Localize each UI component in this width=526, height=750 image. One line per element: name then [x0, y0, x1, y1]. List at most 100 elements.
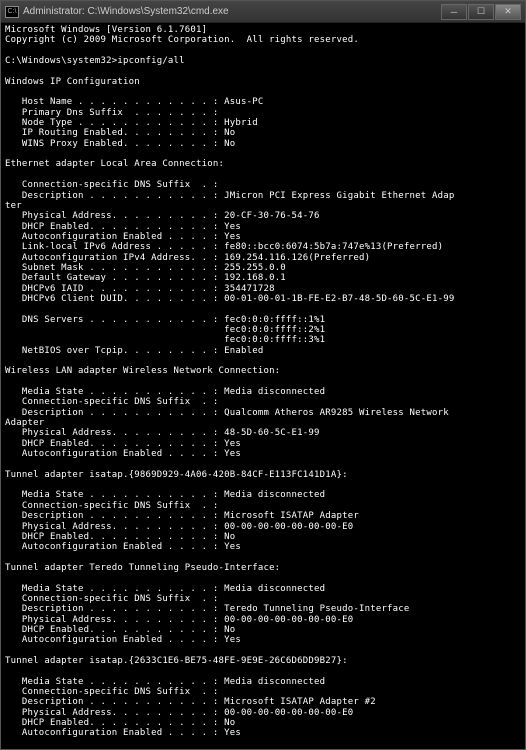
- window-controls: ─ ☐ ✕: [441, 4, 521, 20]
- field-value: Microsoft ISATAP Adapter: [224, 511, 359, 521]
- field-label: Autoconfiguration Enabled . . . . :: [5, 542, 224, 552]
- field-label: DHCP Enabled. . . . . . . . . . . :: [5, 532, 224, 542]
- field-value: fec0:0:0:ffff::2%1: [5, 325, 325, 335]
- field-value: No: [224, 139, 235, 149]
- field-label: Description . . . . . . . . . . . :: [5, 697, 224, 707]
- field-label: Node Type . . . . . . . . . . . . :: [5, 118, 224, 128]
- field-label: Media State . . . . . . . . . . . :: [5, 584, 224, 594]
- field-value: 192.168.0.1: [224, 273, 286, 283]
- field-label: Media State . . . . . . . . . . . :: [5, 677, 224, 687]
- field-label: DHCP Enabled. . . . . . . . . . . :: [5, 718, 224, 728]
- field-value-wrap: ter: [5, 201, 22, 211]
- field-label: Media State . . . . . . . . . . . :: [5, 387, 224, 397]
- field-value: No: [224, 625, 235, 635]
- field-value: Microsoft ISATAP Adapter #2: [224, 697, 376, 707]
- field-value: Yes: [224, 222, 241, 232]
- cmd-icon: C:\: [5, 6, 19, 18]
- minimize-button[interactable]: ─: [441, 4, 467, 20]
- field-label: Description . . . . . . . . . . . :: [5, 511, 224, 521]
- field-value: 48-5D-60-5C-E1-99: [224, 428, 320, 438]
- field-value: fe80::bcc0:6074:5b7a:747e%13(Preferred): [224, 242, 443, 252]
- field-label: IP Routing Enabled. . . . . . . . :: [5, 128, 224, 138]
- section-heading: Wireless LAN adapter Wireless Network Co…: [5, 366, 280, 376]
- field-label: DHCP Enabled. . . . . . . . . . . :: [5, 625, 224, 635]
- field-label: Autoconfiguration IPv4 Address. . :: [5, 253, 224, 263]
- field-label: Physical Address. . . . . . . . . :: [5, 708, 224, 718]
- field-label: Connection-specific DNS Suffix . :: [5, 594, 219, 604]
- field-value: Teredo Tunneling Pseudo-Interface: [224, 604, 409, 614]
- field-value: Qualcomm Atheros AR9285 Wireless Network: [224, 408, 449, 418]
- field-label: DHCP Enabled. . . . . . . . . . . :: [5, 222, 224, 232]
- field-value: 255.255.0.0: [224, 263, 286, 273]
- field-value: Yes: [224, 439, 241, 449]
- field-label: Description . . . . . . . . . . . :: [5, 604, 224, 614]
- maximize-button[interactable]: ☐: [468, 4, 494, 20]
- field-value: Yes: [224, 635, 241, 645]
- header-line2: Copyright (c) 2009 Microsoft Corporation…: [5, 35, 359, 45]
- field-label: Connection-specific DNS Suffix . :: [5, 180, 219, 190]
- section-heading: Tunnel adapter isatap.{9869D929-4A06-420…: [5, 470, 348, 480]
- field-value: fec0:0:0:ffff::3%1: [5, 335, 325, 345]
- field-label: DHCPv6 IAID . . . . . . . . . . . :: [5, 284, 224, 294]
- field-label: NetBIOS over Tcpip. . . . . . . . :: [5, 346, 224, 356]
- field-label: Subnet Mask . . . . . . . . . . . :: [5, 263, 224, 273]
- field-value: No: [224, 128, 235, 138]
- field-label: Physical Address. . . . . . . . . :: [5, 211, 224, 221]
- field-label: Primary Dns Suffix . . . . . . . :: [5, 108, 219, 118]
- field-value: JMicron PCI Express Gigabit Ethernet Ada…: [224, 191, 454, 201]
- field-value: Yes: [224, 728, 241, 738]
- field-label: WINS Proxy Enabled. . . . . . . . :: [5, 139, 224, 149]
- field-value: 00-00-00-00-00-00-00-E0: [224, 708, 353, 718]
- terminal-output[interactable]: Microsoft Windows [Version 6.1.7601] Cop…: [1, 23, 525, 749]
- section-heading: Windows IP Configuration: [5, 77, 140, 87]
- header-line1: Microsoft Windows [Version 6.1.7601]: [5, 25, 207, 35]
- field-label: DHCP Enabled. . . . . . . . . . . :: [5, 439, 224, 449]
- field-value: Media disconnected: [224, 677, 325, 687]
- field-label: Connection-specific DNS Suffix . :: [5, 397, 219, 407]
- field-label: Description . . . . . . . . . . . :: [5, 408, 224, 418]
- field-value: Yes: [224, 449, 241, 459]
- window-title: Administrator: C:\Windows\System32\cmd.e…: [23, 6, 441, 17]
- section-heading: Tunnel adapter isatap.{2633C1E6-BE75-48F…: [5, 656, 348, 666]
- field-label: Physical Address. . . . . . . . . :: [5, 428, 224, 438]
- field-label: Physical Address. . . . . . . . . :: [5, 615, 224, 625]
- field-value: Yes: [224, 542, 241, 552]
- field-label: Physical Address. . . . . . . . . :: [5, 522, 224, 532]
- field-value: Yes: [224, 232, 241, 242]
- field-value-wrap: Adapter: [5, 418, 44, 428]
- field-value: Enabled: [224, 346, 263, 356]
- field-value: Media disconnected: [224, 490, 325, 500]
- field-label: Autoconfiguration Enabled . . . . :: [5, 449, 224, 459]
- field-value: Hybrid: [224, 118, 258, 128]
- field-label: Media State . . . . . . . . . . . :: [5, 490, 224, 500]
- prompt-line: C:\Windows\system32>ipconfig/all: [5, 56, 185, 66]
- field-label: Autoconfiguration Enabled . . . . :: [5, 232, 224, 242]
- field-value: 20-CF-30-76-54-76: [224, 211, 320, 221]
- field-value: No: [224, 532, 235, 542]
- field-label: Host Name . . . . . . . . . . . . :: [5, 97, 224, 107]
- field-value: No: [224, 718, 235, 728]
- field-value: Media disconnected: [224, 387, 325, 397]
- field-value: 00-00-00-00-00-00-00-E0: [224, 522, 353, 532]
- field-label: Default Gateway . . . . . . . . . :: [5, 273, 224, 283]
- field-label: Autoconfiguration Enabled . . . . :: [5, 635, 224, 645]
- field-label: DHCPv6 Client DUID. . . . . . . . :: [5, 294, 224, 304]
- field-value: 169.254.116.126(Preferred): [224, 253, 370, 263]
- titlebar[interactable]: C:\ Administrator: C:\Windows\System32\c…: [1, 1, 525, 23]
- section-heading: Tunnel adapter Teredo Tunneling Pseudo-I…: [5, 563, 280, 573]
- close-button[interactable]: ✕: [495, 4, 521, 20]
- field-label: Autoconfiguration Enabled . . . . :: [5, 728, 224, 738]
- field-label: Connection-specific DNS Suffix . :: [5, 687, 219, 697]
- cmd-window: C:\ Administrator: C:\Windows\System32\c…: [0, 0, 526, 750]
- field-value: 354471728: [224, 284, 275, 294]
- field-value: 00-01-00-01-1B-FE-E2-B7-48-5D-60-5C-E1-9…: [224, 294, 454, 304]
- field-label: DNS Servers . . . . . . . . . . . :: [5, 315, 224, 325]
- field-label: Link-local IPv6 Address . . . . . :: [5, 242, 224, 252]
- field-value: Media disconnected: [224, 584, 325, 594]
- section-heading: Ethernet adapter Local Area Connection:: [5, 159, 224, 169]
- field-label: Description . . . . . . . . . . . :: [5, 191, 224, 201]
- field-label: Connection-specific DNS Suffix . :: [5, 501, 219, 511]
- field-value: Asus-PC: [224, 97, 263, 107]
- field-value: fec0:0:0:ffff::1%1: [224, 315, 325, 325]
- field-value: 00-00-00-00-00-00-00-E0: [224, 615, 353, 625]
